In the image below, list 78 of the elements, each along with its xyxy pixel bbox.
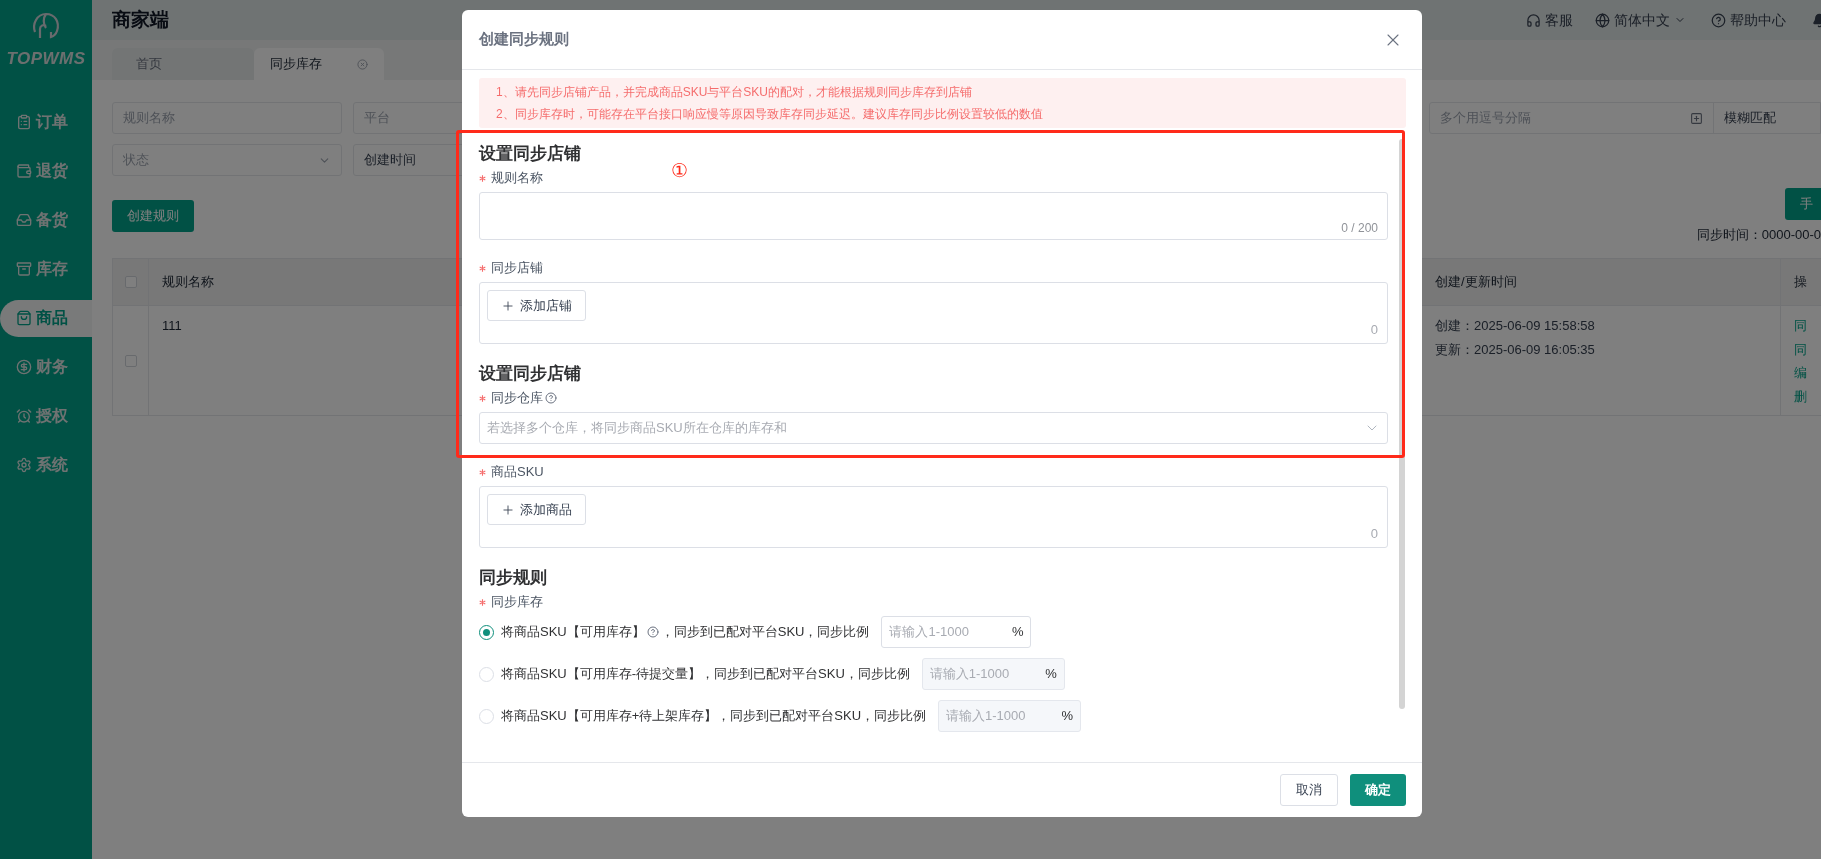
create-rule-button[interactable]: 创建规则: [112, 200, 194, 232]
page-tab[interactable]: 首页: [112, 48, 254, 80]
action-link[interactable]: 同: [1794, 339, 1807, 359]
help-icon: [1711, 12, 1726, 28]
sidebar-item[interactable]: 库存: [0, 244, 92, 294]
archive-icon: [16, 261, 32, 277]
column-header: 操: [1794, 273, 1807, 292]
close-tab-icon[interactable]: [357, 58, 368, 70]
sidebar-item[interactable]: 商品: [0, 299, 92, 337]
dialog-title: 创建同步规则: [479, 29, 569, 50]
help-icon[interactable]: [646, 626, 659, 638]
sidebar-item[interactable]: 备货: [0, 195, 92, 245]
manual-sync-button[interactable]: 手: [1785, 188, 1821, 220]
page-tab[interactable]: 同步库存: [254, 48, 384, 80]
section-title: 同步规则: [479, 567, 548, 589]
step-marker: ①: [671, 160, 688, 182]
sidebar-item[interactable]: 退货: [0, 146, 92, 196]
table-cell: 111: [162, 318, 182, 333]
required-asterisk-icon: [479, 264, 486, 272]
action-link[interactable]: 同: [1794, 316, 1807, 336]
table-cell-text: 创建：2025-06-09 15:58:58: [1435, 317, 1595, 335]
required-asterisk-icon: [479, 394, 486, 402]
bag-icon: [16, 310, 32, 326]
headset-icon: [1526, 12, 1541, 28]
plus-icon: [501, 298, 515, 313]
action-link[interactable]: 删: [1794, 386, 1807, 406]
cancel-button[interactable]: 取消: [1280, 774, 1338, 806]
field-label: 商品SKU: [491, 463, 544, 482]
sidebar-item[interactable]: 财务: [0, 342, 92, 392]
action-link[interactable]: 编: [1794, 363, 1807, 383]
service-link[interactable]: 客服: [1526, 9, 1573, 31]
warehouse-select[interactable]: 若选择多个仓库，将同步商品SKU所在仓库的库存和: [479, 412, 1388, 444]
plus-icon: [501, 502, 515, 517]
field-label: 同步仓库: [491, 389, 543, 408]
globe-icon: [1595, 12, 1610, 28]
sync-time: 同步时间：0000-00-0: [1696, 226, 1821, 244]
list-icon: [16, 114, 32, 130]
sidebar-item[interactable]: 订单: [0, 97, 92, 147]
confirm-button[interactable]: 确定: [1350, 774, 1406, 806]
required-asterisk-icon: [479, 598, 486, 606]
add-button[interactable]: 添加店铺: [487, 290, 586, 321]
add-button[interactable]: 添加商品: [487, 494, 586, 525]
required-asterisk-icon: [479, 174, 486, 182]
column-header: 创建/更新时间: [1435, 273, 1517, 292]
item-count: 0: [1370, 320, 1378, 339]
language-dropdown[interactable]: 简体中文: [1595, 9, 1686, 31]
rule-name-field[interactable]: 0 / 200: [479, 192, 1388, 240]
option-label: 将商品SKU【可用库存】: [501, 623, 645, 642]
ratio-field[interactable]: 请输入1-1000 %: [938, 700, 1082, 732]
sidebar-item[interactable]: 系统: [0, 440, 92, 490]
help-center-link[interactable]: 帮助中心: [1711, 9, 1786, 31]
item-count: 0: [1370, 524, 1378, 543]
logo-text: TOPWMS: [6, 48, 86, 70]
option-label: 将商品SKU【可用库存+待上架库存】，同步到已配对平台SKU，同步比例: [501, 707, 927, 726]
option-label: ，同步到已配对平台SKU，同步比例: [660, 623, 870, 642]
coin-icon: [16, 359, 32, 375]
field-label: 同步店铺: [491, 259, 543, 278]
section-title: 设置同步店铺: [479, 143, 582, 165]
settings-icon: [16, 457, 32, 473]
ratio-field[interactable]: 请输入1-1000 %: [881, 616, 1032, 648]
ratio-field[interactable]: 请输入1-1000 %: [921, 658, 1065, 690]
inbox-icon: [16, 212, 32, 228]
wallet-icon: [16, 163, 32, 179]
char-counter: 0 / 200: [1341, 220, 1378, 237]
field-label: 同步库存: [491, 593, 543, 612]
sidebar-item[interactable]: 授权: [0, 391, 92, 441]
alarm-clock-icon: [16, 408, 32, 424]
help-icon[interactable]: [545, 392, 557, 404]
field-label: 规则名称: [491, 169, 543, 188]
section-title: 设置同步店铺: [479, 363, 582, 385]
notice-text: 1、请先同步店铺产品，并完成商品SKU与平台SKU的配对，才能根据规则同步库存到店铺: [496, 84, 974, 101]
required-asterisk-icon: [479, 468, 486, 476]
table-cell-text: 更新：2025-06-09 16:05:35: [1435, 340, 1595, 359]
scrollbar-thumb[interactable]: [1399, 139, 1405, 709]
column-header: 规则名称: [162, 273, 214, 292]
page-title: 商家端: [112, 7, 169, 32]
option-label: 将商品SKU【可用库存-待提交量】，同步到已配对平台SKU，同步比例: [501, 665, 910, 684]
notice-text: 2、同步库存时，可能存在平台接口响应慢等原因导致库存同步延迟。建议库存同步比例设置较低的数值: [496, 106, 1044, 123]
